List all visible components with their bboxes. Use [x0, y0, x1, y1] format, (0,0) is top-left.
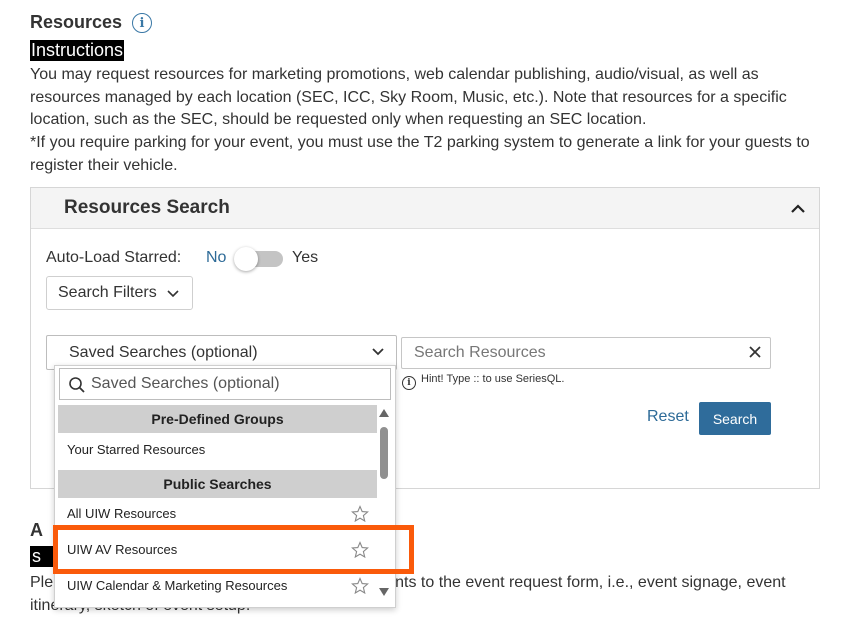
saved-searches-label: Saved Searches (optional)	[69, 344, 258, 361]
chevron-up-icon[interactable]	[789, 200, 807, 218]
panel-header[interactable]: Resources Search	[31, 188, 819, 229]
chevron-down-icon	[372, 348, 384, 356]
search-resources-input[interactable]	[401, 337, 771, 369]
toggle-yes-label: Yes	[292, 249, 319, 266]
section-heading: A	[30, 520, 43, 540]
search-filters-label: Search Filters	[58, 284, 157, 301]
hint-text: Hint! Type :: to use SeriesQL.	[421, 373, 565, 385]
toggle-knob[interactable]	[234, 247, 258, 271]
list-item-uiw-calendar-marketing[interactable]: UIW Calendar & Marketing Resources	[58, 569, 377, 603]
scrollbar-thumb[interactable]	[380, 427, 388, 479]
hint-info-icon: i	[402, 376, 416, 390]
dropdown-search-placeholder: Saved Searches (optional)	[91, 375, 280, 392]
group-predefined: Pre-Defined Groups	[58, 405, 377, 433]
panel-title: Resources Search	[64, 197, 230, 218]
star-icon[interactable]	[351, 505, 369, 523]
scroll-up-arrow-icon[interactable]	[378, 408, 390, 418]
group-public-searches: Public Searches	[58, 470, 377, 498]
close-icon[interactable]	[748, 345, 762, 359]
reset-button[interactable]: Reset	[647, 408, 689, 426]
instructions-label: Instructions	[30, 40, 125, 61]
dropdown-search-input[interactable]: Saved Searches (optional)	[59, 368, 391, 400]
chevron-down-icon	[167, 290, 179, 298]
instructions-paragraph: You may request resources for marketing …	[30, 66, 787, 129]
toggle-no-label: No	[206, 249, 227, 266]
list-item-starred-resources[interactable]: Your Starred Resources	[58, 433, 377, 467]
scroll-down-arrow-icon[interactable]	[378, 587, 390, 597]
resources-title: Resources	[30, 12, 123, 32]
search-button[interactable]: Search	[699, 402, 771, 435]
search-icon	[69, 377, 85, 393]
autoload-starred-label: Auto-Load Starred:	[46, 249, 182, 266]
highlight-annotation-box	[53, 525, 414, 574]
info-icon[interactable]: i	[132, 13, 152, 33]
parking-paragraph: *If you require parking for your event, …	[30, 134, 810, 174]
star-icon[interactable]	[351, 577, 369, 595]
